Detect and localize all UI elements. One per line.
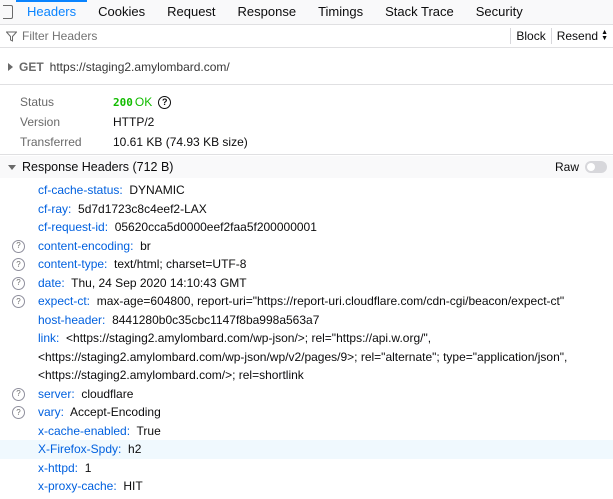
header-value: h2 xyxy=(128,442,142,456)
help-icon[interactable]: ? xyxy=(12,276,25,290)
header-row[interactable]: X-Firefox-Spdy: h2 xyxy=(0,440,613,459)
header-row[interactable]: ? vary: Accept-Encoding xyxy=(0,403,613,422)
details-tab-bar: Headers Cookies Request Response Timings… xyxy=(0,0,613,25)
header-value: 05620cca5d0000eef2faa5f200000001 xyxy=(114,220,317,234)
header-value: <https://staging2.amylombard.com/wp-json… xyxy=(38,331,568,382)
filter-bar: Block Resend ▲▼ xyxy=(0,25,613,48)
header-value: 8441280b0c35cbc1147f8ba998a563a7 xyxy=(112,312,320,327)
header-value: cloudflare xyxy=(81,386,134,401)
filter-icon xyxy=(0,25,22,47)
response-headers-section-header[interactable]: Response Headers (712 B) Raw xyxy=(0,156,613,178)
divider xyxy=(0,154,613,155)
header-row[interactable]: x-httpd: 1 xyxy=(0,459,613,478)
raw-label: Raw xyxy=(554,160,579,174)
header-value: DYNAMIC xyxy=(129,183,185,197)
header-value: Accept-Encoding xyxy=(70,405,161,419)
header-name: expect-ct: xyxy=(38,294,91,308)
request-method: GET xyxy=(19,60,44,74)
help-icon[interactable]: ? xyxy=(12,258,25,271)
header-name: x-cache-enabled: xyxy=(38,423,131,438)
help-icon[interactable]: ? xyxy=(12,387,25,401)
header-row[interactable]: link: <https://staging2.amylombard.com/w… xyxy=(0,329,613,385)
tab-request[interactable]: Request xyxy=(156,0,226,24)
expand-arrow-icon[interactable] xyxy=(8,63,13,71)
header-name: X-Firefox-Spdy: xyxy=(38,442,122,456)
header-row[interactable]: ? expect-ct: max-age=604800, report-uri="… xyxy=(0,292,613,311)
header-row[interactable]: ? date: Thu, 24 Sep 2020 14:10:43 GMT xyxy=(0,274,613,293)
transferred-value: 10.61 KB (74.93 KB size) xyxy=(113,135,248,149)
header-row[interactable]: x-cache-enabled: True xyxy=(0,422,613,441)
header-value: max-age=604800, report-uri="https://repo… xyxy=(96,294,565,308)
header-value: Thu, 24 Sep 2020 14:10:43 GMT xyxy=(71,275,247,290)
header-name: date: xyxy=(38,275,65,290)
tab-security[interactable]: Security xyxy=(465,0,534,24)
header-name: cf-cache-status: xyxy=(38,183,123,197)
status-label: Status xyxy=(20,95,55,109)
status-value: 200 OK ? xyxy=(113,95,172,109)
header-name: host-header: xyxy=(38,312,106,327)
header-value: True xyxy=(136,423,161,438)
help-icon[interactable]: ? xyxy=(158,95,172,109)
header-name: cf-request-id: xyxy=(38,220,109,234)
status-text: OK xyxy=(134,95,153,109)
tab-response[interactable]: Response xyxy=(227,0,308,24)
response-headers-list: cf-cache-status: DYNAMIC cf-ray: 5d7d1723… xyxy=(0,181,613,496)
collapse-arrow-icon[interactable] xyxy=(8,164,16,170)
raw-toggle-group[interactable]: Raw xyxy=(555,156,607,178)
header-name: server: xyxy=(38,386,75,401)
help-icon[interactable]: ? xyxy=(12,295,25,308)
request-summary: Status 200 OK ? Version HTTP/2 Transferr… xyxy=(20,92,248,152)
tab-headers[interactable]: Headers xyxy=(16,0,88,24)
header-row[interactable]: ? content-type: text/html; charset=UTF-8 xyxy=(0,255,613,274)
status-row: Status 200 OK ? xyxy=(20,92,248,112)
header-name: x-proxy-cache: xyxy=(38,479,117,493)
version-row: Version HTTP/2 xyxy=(20,112,248,132)
updown-arrows-icon: ▲ ▼ xyxy=(601,29,608,42)
raw-toggle-switch[interactable] xyxy=(585,161,607,173)
request-url: https://staging2.amylombard.com/ xyxy=(49,60,230,74)
header-name: content-encoding: xyxy=(38,238,134,253)
resend-label: Resend xyxy=(556,29,599,43)
version-value: HTTP/2 xyxy=(113,115,155,129)
request-summary-line[interactable]: GET https://staging2.amylombard.com/ xyxy=(0,56,230,78)
header-value: text/html; charset=UTF-8 xyxy=(114,257,247,271)
header-name: cf-ray: xyxy=(38,201,72,216)
header-value: 1 xyxy=(84,460,92,475)
tab-stack-trace[interactable]: Stack Trace xyxy=(374,0,465,24)
response-headers-title: Response Headers (712 B) xyxy=(22,160,174,174)
header-name: link: xyxy=(38,331,60,345)
header-row[interactable]: ? content-encoding: br xyxy=(0,237,613,256)
block-button[interactable]: Block xyxy=(511,25,550,47)
resend-button[interactable]: Resend ▲ ▼ xyxy=(552,25,613,47)
help-icon[interactable]: ? xyxy=(12,406,25,419)
header-row[interactable]: host-header: 8441280b0c35cbc1147f8ba998a… xyxy=(0,311,613,330)
header-row[interactable]: cf-cache-status: DYNAMIC xyxy=(0,181,613,200)
header-row[interactable]: cf-request-id: 05620cca5d0000eef2faa5f20… xyxy=(0,218,613,237)
header-name: x-httpd: xyxy=(38,460,79,475)
divider xyxy=(0,84,613,85)
header-row[interactable]: cf-ray: 5d7d1723c8c4eef2-LAX xyxy=(0,200,613,219)
header-name: content-type: xyxy=(38,257,108,271)
status-code: 200 xyxy=(113,95,133,109)
header-value: 5d7d1723c8c4eef2-LAX xyxy=(78,201,207,216)
transferred-row: Transferred 10.61 KB (74.93 KB size) xyxy=(20,132,248,152)
filter-headers-input[interactable] xyxy=(22,26,511,46)
tab-timings[interactable]: Timings xyxy=(307,0,374,24)
transferred-label: Transferred xyxy=(20,135,82,149)
header-row[interactable]: x-proxy-cache: HIT xyxy=(0,477,613,496)
header-value: HIT xyxy=(123,479,143,493)
header-row[interactable]: ? server: cloudflare xyxy=(0,385,613,404)
header-value: br xyxy=(140,238,151,253)
header-name: vary: xyxy=(38,405,65,419)
panel-toggle-icon[interactable] xyxy=(0,0,16,24)
version-label: Version xyxy=(20,115,61,129)
tab-cookies[interactable]: Cookies xyxy=(87,0,156,24)
help-icon[interactable]: ? xyxy=(12,239,25,253)
